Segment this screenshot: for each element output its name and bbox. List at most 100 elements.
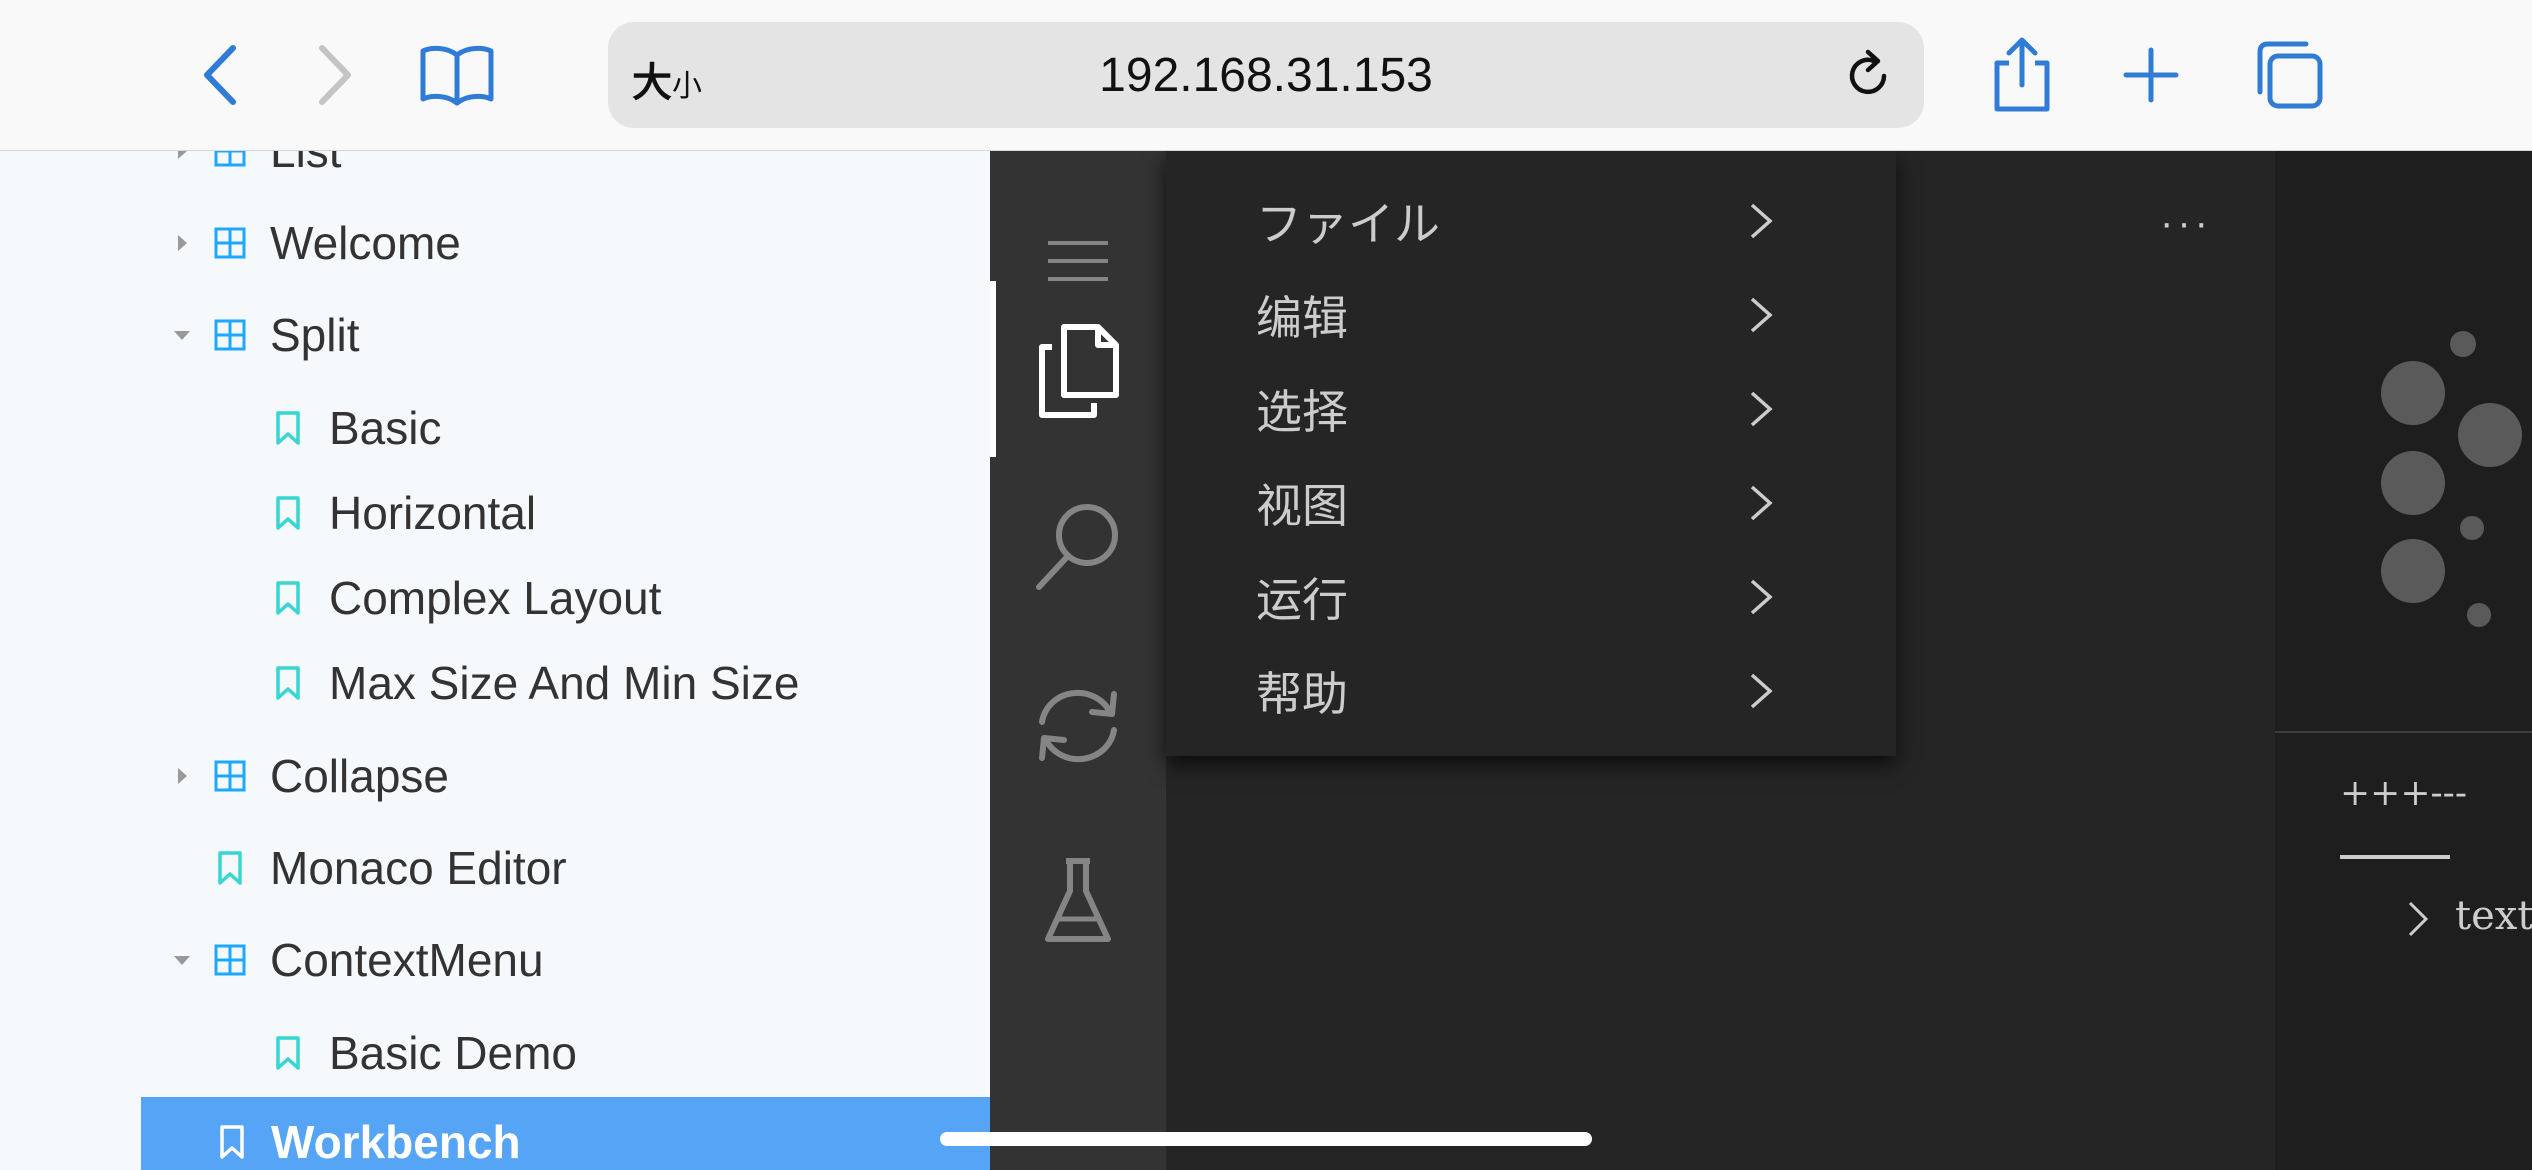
tree-item-list[interactable]: List [0,151,990,191]
menu-item-file[interactable]: ファイル [1256,181,1796,261]
menu-item-selection[interactable]: 选择 [1256,369,1796,449]
caret-right-icon[interactable] [172,151,192,161]
book-icon [420,45,494,106]
logo-dot [2460,516,2484,540]
caret-right-icon[interactable] [172,766,192,786]
panel-area: +++--- text [2275,731,2532,1170]
logo-dot [2450,331,2476,357]
logo-dot [2381,539,2445,603]
bookmark-icon [218,851,242,885]
logo-dot [2467,603,2491,627]
tree-item-basic-demo[interactable]: Basic Demo [0,1013,990,1093]
files-icon [1039,324,1119,418]
menu-item-label: ファイル [1256,198,1440,250]
chevron-right-icon [1750,673,1773,709]
new-tab-button[interactable] [2106,30,2196,120]
activity-search[interactable] [990,461,1166,631]
tree-item-monaco-editor[interactable]: Monaco Editor [0,828,990,908]
caret-down-icon[interactable] [172,325,192,345]
chevron-right-icon [1750,485,1773,521]
forward-button[interactable] [290,30,380,120]
chevron-right-icon [2408,901,2429,937]
tree-item-label: List [270,151,342,177]
bookmark-icon [220,1125,244,1159]
tree-item-welcome[interactable]: Welcome [0,203,990,283]
chevron-right-icon [1750,391,1773,427]
tree-item-workbench[interactable]: Workbench [141,1097,990,1170]
tree-item-split[interactable]: Split [0,295,990,375]
logo-dot [2381,451,2445,515]
bookmark-icon [276,411,300,445]
activity-explorer[interactable] [990,286,1166,456]
url-text: 192.168.31.153 [1099,49,1433,102]
caret-right-icon[interactable] [172,233,192,253]
storybook-sidebar: List Welcome Split Basic Horizontal Complex L… [0,151,990,1170]
tree-item-horizontal[interactable]: Horizontal [0,473,990,553]
share-icon [1994,37,2050,112]
share-button[interactable] [1977,30,2067,120]
home-indicator[interactable] [940,1132,1592,1146]
chevron-right-icon [1750,203,1773,239]
sync-icon [1039,689,1117,763]
tree-item-collapse[interactable]: Collapse [0,736,990,816]
bookmark-icon [276,1036,300,1070]
welcome-pane [2275,151,2532,731]
tree-item-label: Complex Layout [329,572,662,624]
component-icon [214,227,246,259]
component-icon [214,151,246,167]
menu-item-label: 帮助 [1256,668,1348,720]
browser-toolbar: 大小 192.168.31.153 [0,0,2532,151]
logo-dot [2458,403,2522,467]
tree-item-label: Collapse [270,750,449,802]
bookmark-icon [276,666,300,700]
chevron-left-icon [204,45,236,105]
activity-bar [990,151,1166,1170]
reload-icon[interactable] [1838,46,1898,106]
tree-item-label: Welcome [270,217,461,269]
tree-item-contextmenu[interactable]: ContextMenu [0,920,990,1000]
back-button[interactable] [175,30,265,120]
logo-dot [2381,361,2445,425]
chevron-right-icon [319,45,351,105]
tree-item-label: Basic [329,402,442,454]
panel-tree-row-label: text [2455,893,2532,939]
menu-item-view[interactable]: 视图 [1256,463,1796,543]
plus-icon [2123,47,2179,103]
menu-item-label: 选择 [1256,386,1348,438]
workbench-editor: ··· +++--- text ファイル 编辑 选择 视图 运行 帮助 [990,151,2532,1170]
tabs-overview-button[interactable] [2244,30,2334,120]
tree-item-basic[interactable]: Basic [0,388,990,468]
menu-item-label: 编辑 [1256,292,1348,344]
tree-item-label: Basic Demo [329,1027,577,1079]
tree-item-label: Workbench [271,1116,521,1168]
search-icon [1036,504,1118,590]
component-icon [214,944,246,976]
tree-item-max-size-and-min-size[interactable]: Max Size And Min Size [0,643,990,723]
menu-item-run[interactable]: 运行 [1256,557,1796,637]
chevron-right-icon [1750,579,1773,615]
activity-source-control[interactable] [990,641,1166,811]
tree-item-label: ContextMenu [270,934,544,986]
activity-testing[interactable] [990,816,1166,986]
application-menu: ファイル 编辑 选择 视图 运行 帮助 [1166,151,1896,756]
menu-item-label: 视图 [1256,480,1348,532]
tree-item-label: Monaco Editor [270,842,567,894]
bookmark-icon [276,496,300,530]
panel-tab-underline [2340,855,2450,859]
component-icon [214,319,246,351]
bookmarks-button[interactable] [412,30,502,120]
menu-item-label: 运行 [1256,574,1348,626]
hamburger-icon [1048,241,1108,281]
caret-down-icon[interactable] [172,950,192,970]
panel-tree-row[interactable]: text [2405,893,2532,939]
menu-item-edit[interactable]: 编辑 [1256,275,1796,355]
tree-item-label: Horizontal [329,487,537,539]
panel-tab[interactable]: +++--- [2340,773,2467,814]
more-actions-button[interactable]: ··· [2160,201,2212,246]
flask-icon [1045,858,1111,942]
component-icon [214,760,246,792]
tree-item-complex-layout[interactable]: Complex Layout [0,558,990,638]
chevron-right-icon [1750,297,1773,333]
menu-item-help[interactable]: 帮助 [1256,651,1796,731]
address-bar[interactable]: 大小 192.168.31.153 [608,22,1924,128]
